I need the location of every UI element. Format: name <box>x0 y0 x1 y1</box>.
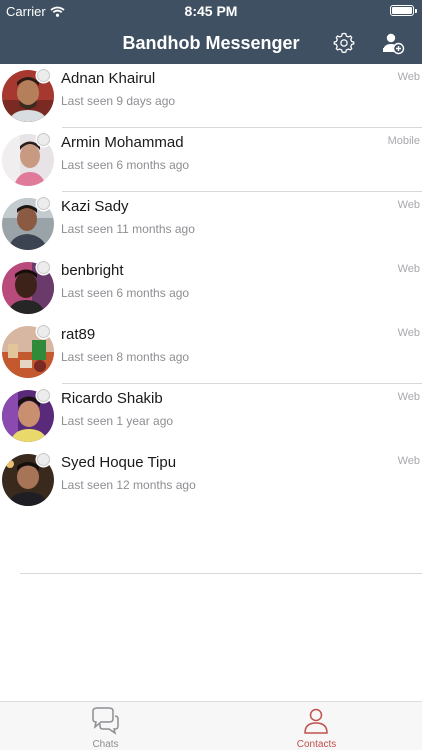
add-user-icon <box>383 33 405 55</box>
contact-name: Kazi Sady <box>61 198 129 215</box>
status-time: 8:45 PM <box>184 3 238 19</box>
presence-indicator <box>37 69 50 82</box>
contact-row[interactable]: Adnan Khairul Last seen 9 days ago Web <box>0 64 422 128</box>
last-seen: Last seen 12 months ago <box>61 478 196 492</box>
last-seen: Last seen 11 months ago <box>61 222 195 236</box>
tab-contacts[interactable]: Contacts <box>211 702 422 750</box>
presence-indicator <box>37 261 50 274</box>
platform-label: Web <box>397 199 420 211</box>
contact-name: Syed Hoque Tipu <box>61 454 177 471</box>
person-icon <box>304 708 328 734</box>
presence-indicator <box>37 133 50 146</box>
contact-row[interactable]: Kazi Sady Last seen 11 months ago Web <box>0 192 422 256</box>
settings-button[interactable] <box>331 30 357 56</box>
platform-label: Web <box>397 71 420 83</box>
contact-name: Adnan Khairul <box>61 70 156 87</box>
gear-icon <box>333 32 355 54</box>
battery-icon <box>390 5 417 16</box>
platform-label: Web <box>397 263 420 275</box>
contact-row[interactable]: rat89 Last seen 8 months ago Web <box>0 320 422 384</box>
presence-indicator <box>37 453 50 466</box>
page-title: Bandhob Messenger <box>122 33 300 53</box>
contact-name: rat89 <box>61 326 96 343</box>
contact-row[interactable]: Syed Hoque Tipu Last seen 12 months ago … <box>0 448 422 512</box>
presence-indicator <box>37 389 50 402</box>
list-footer-divider <box>20 573 422 574</box>
platform-label: Web <box>397 391 420 403</box>
contact-row[interactable]: Armin Mohammad Last seen 6 months ago Mo… <box>0 128 422 192</box>
presence-indicator <box>37 325 50 338</box>
chat-bubbles-icon <box>92 707 119 735</box>
add-contact-button[interactable] <box>380 30 406 56</box>
status-bar: Carrier 8:45 PM <box>0 0 422 22</box>
contact-name: Ricardo Shakib <box>61 390 163 407</box>
last-seen: Last seen 6 months ago <box>61 286 190 300</box>
tab-bar: Chats Contacts <box>0 701 422 750</box>
contact-list: Adnan Khairul Last seen 9 days ago Web A… <box>0 64 422 512</box>
last-seen: Last seen 1 year ago <box>61 414 174 428</box>
tab-chats[interactable]: Chats <box>0 702 211 750</box>
contact-name: benbright <box>61 262 124 279</box>
tab-chats-label: Chats <box>92 739 119 750</box>
nav-bar: Carrier 8:45 PM Bandhob Messenger <box>0 0 422 64</box>
platform-label: Web <box>397 327 420 339</box>
platform-label: Mobile <box>387 135 420 147</box>
tab-contacts-label: Contacts <box>296 739 337 750</box>
contact-name: Armin Mohammad <box>61 134 184 151</box>
platform-label: Web <box>397 455 420 467</box>
last-seen: Last seen 9 days ago <box>61 94 176 108</box>
presence-indicator <box>37 197 50 210</box>
last-seen: Last seen 8 months ago <box>61 350 190 364</box>
contact-row[interactable]: benbright Last seen 6 months ago Web <box>0 256 422 320</box>
last-seen: Last seen 6 months ago <box>61 158 190 172</box>
contact-row[interactable]: Ricardo Shakib Last seen 1 year ago Web <box>0 384 422 448</box>
